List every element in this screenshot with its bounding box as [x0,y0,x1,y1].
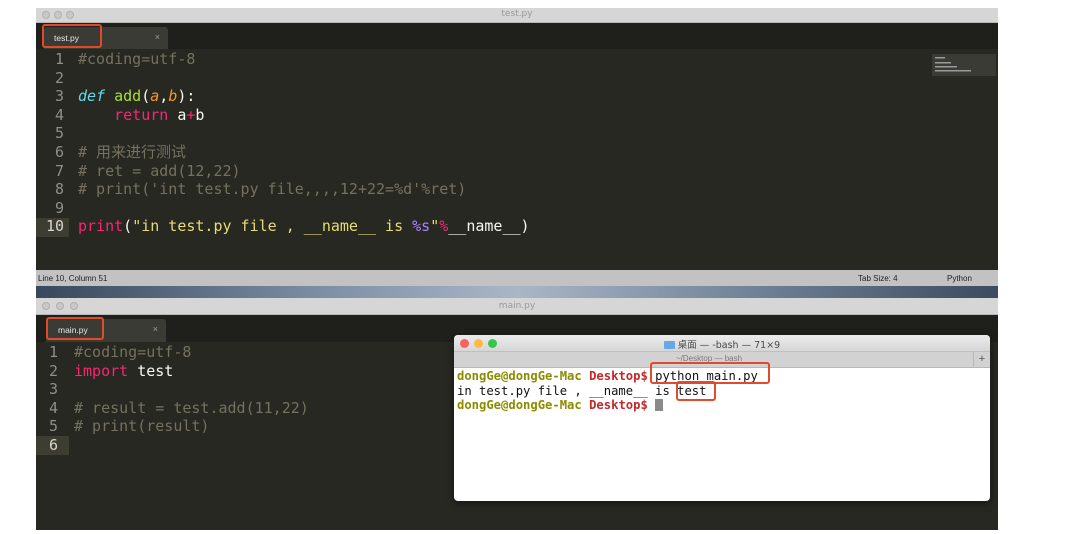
code-line-8: # print('int test.py file,,,,12+22=%d'%r… [78,180,467,199]
line-number: 4 [48,398,58,417]
code-line-10: print("in test.py file , __name__ is %s"… [78,217,530,236]
terminal-titlebar: 桌面 — -bash — 71×9 [454,335,990,352]
code-line-1: #coding=utf-8 [78,50,196,68]
line-number: 4 [54,105,64,124]
terminal-cursor [655,399,664,411]
line-number: 5 [48,417,58,436]
window-title: test.py [501,9,533,19]
window-titlebar: main.py [36,298,998,315]
line-number: 7 [54,161,64,180]
line-number: 9 [54,198,64,217]
tab-close-icon[interactable]: × [153,324,158,334]
code-line-2: import test [74,361,174,380]
code-line-6: # 用来进行测试 [78,143,187,161]
window-title: main.py [498,301,536,311]
folder-icon [663,341,675,349]
line-number: 5 [54,124,64,143]
highlight-box [42,24,102,48]
minimap[interactable] [932,54,996,76]
line-number: 6 [54,143,64,161]
new-tab-button[interactable]: + [973,352,990,367]
editor-window-test-py: test.py test.py × 1 2 3 4 5 6 7 8 9 10 #… [36,8,998,286]
code-line-5: # print(result) [74,417,210,436]
code-line-4: return a+b [114,105,205,124]
tab-bar: test.py × [36,23,998,49]
cursor-position: Line 10, Column 51 [38,274,108,283]
status-bar: Line 10, Column 51 Tab Size: 4 Python [36,270,998,286]
code-line-4: # result = test.add(11,22) [74,398,309,417]
line-number: 6 [48,436,58,454]
highlight-box [46,317,104,340]
highlight-box [676,381,716,401]
code-line-1: #coding=utf-8 [74,343,192,361]
terminal-title: 桌面 — -bash — 71×9 [454,337,990,351]
tab-size-selector[interactable]: Tab Size: 4 [858,274,898,283]
line-number: 1 [54,50,64,68]
terminal-window: 桌面 — -bash — 71×9 ~/Desktop — bash + don… [454,335,990,501]
code-line-3: def add(a,b): [78,87,196,106]
syntax-selector[interactable]: Python [947,274,972,283]
line-number: 3 [48,380,58,399]
window-titlebar: test.py [36,8,998,23]
tab-close-icon[interactable]: × [155,32,160,42]
line-number: 2 [48,361,58,380]
desktop-background [36,286,998,298]
code-line-7: # ret = add(12,22) [78,161,241,180]
line-number: 10 [45,217,64,236]
line-number: 2 [54,68,64,87]
line-number: 8 [54,180,64,199]
line-number: 1 [48,343,58,361]
line-number: 3 [54,87,64,106]
